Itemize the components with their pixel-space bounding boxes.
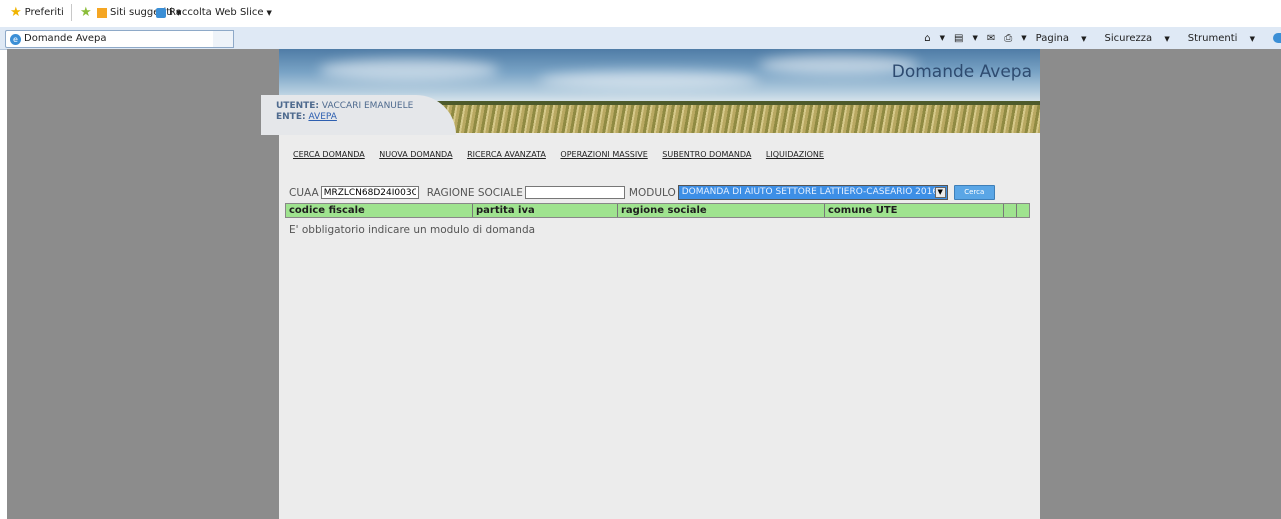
- ente-info: ENTE: AVEPA: [276, 112, 337, 122]
- nav-subentro-domanda[interactable]: SUBENTRO DOMANDA: [662, 150, 751, 159]
- modulo-label: MODULO: [628, 186, 676, 199]
- add-favorite-icon: ★: [80, 5, 92, 20]
- site-title: Domande Avepa: [891, 62, 1032, 82]
- nav-liquidazione[interactable]: LIQUIDAZIONE: [766, 150, 824, 159]
- ragione-sociale-input[interactable]: [524, 186, 625, 199]
- help-icon[interactable]: [1273, 33, 1281, 43]
- main-nav: CERCA DOMANDA NUOVA DOMANDA RICERCA AVAN…: [293, 150, 836, 159]
- content-area: Domande Avepa UTENTE: VACCARI EMANUELE E…: [261, 49, 1040, 519]
- star-icon: ★: [10, 5, 22, 20]
- mail-icon[interactable]: ✉: [987, 33, 995, 44]
- chevron-down-icon[interactable]: ▼: [1021, 34, 1026, 42]
- separator: [71, 4, 72, 21]
- user-info: UTENTE: VACCARI EMANUELE: [276, 101, 414, 111]
- tools-menu[interactable]: Strumenti ▼: [1188, 33, 1264, 44]
- nav-ricerca-avanzata[interactable]: RICERCA AVANZATA: [467, 150, 546, 159]
- new-tab-button[interactable]: [213, 30, 234, 48]
- favorites-bar: ★ Preferiti ★ Siti suggeriti ▼ Raccolta …: [0, 0, 1281, 27]
- cuaa-input[interactable]: [320, 186, 419, 199]
- chevron-down-icon[interactable]: ▼: [972, 34, 977, 42]
- column-extra-1: [1004, 204, 1017, 217]
- user-name: VACCARI EMANUELE: [321, 101, 414, 111]
- modulo-selected-value: DOMANDA DI AIUTO SETTORE LATTIERO-CASEAR…: [681, 187, 939, 197]
- results-table-header: codice fiscale partita iva ragione socia…: [285, 203, 1030, 218]
- bing-icon: [97, 8, 107, 18]
- page-menu[interactable]: Pagina ▼: [1036, 33, 1096, 44]
- chevron-down-icon: ▼: [266, 9, 272, 17]
- feeds-icon[interactable]: ▤: [954, 33, 963, 44]
- column-comune-ute[interactable]: comune UTE: [825, 204, 1004, 217]
- security-menu[interactable]: Sicurezza ▼: [1105, 33, 1179, 44]
- column-extra-2: [1017, 204, 1029, 217]
- nav-nuova-domanda[interactable]: NUOVA DOMANDA: [379, 150, 452, 159]
- cuaa-label: CUAA: [289, 186, 319, 199]
- cerca-button[interactable]: Cerca: [953, 185, 995, 200]
- webslice-button[interactable]: Raccolta Web Slice ▼: [156, 5, 272, 21]
- print-icon[interactable]: ⎙: [1004, 33, 1012, 44]
- column-codice-fiscale[interactable]: codice fiscale: [286, 204, 473, 217]
- validation-message: E' obbligatorio indicare un modulo di do…: [289, 224, 536, 236]
- home-icon[interactable]: ⌂: [924, 33, 930, 44]
- nav-cerca-domanda[interactable]: CERCA DOMANDA: [293, 150, 365, 159]
- column-ragione-sociale[interactable]: ragione sociale: [618, 204, 825, 217]
- chevron-down-icon[interactable]: ▼: [934, 187, 946, 198]
- modulo-select[interactable]: DOMANDA DI AIUTO SETTORE LATTIERO-CASEAR…: [677, 185, 948, 200]
- browser-tab[interactable]: e Domande Avepa: [5, 30, 215, 48]
- add-favorite-button[interactable]: ★: [80, 5, 95, 21]
- webslice-icon: [156, 8, 166, 18]
- favorites-button[interactable]: ★ Preferiti: [10, 5, 64, 21]
- ragione-sociale-label: RAGIONE SOCIALE: [426, 186, 523, 199]
- nav-operazioni-massive[interactable]: OPERAZIONI MASSIVE: [560, 150, 647, 159]
- page-viewport: Domande Avepa UTENTE: VACCARI EMANUELE E…: [7, 49, 1281, 519]
- ie-icon: e: [10, 34, 21, 45]
- ente-link[interactable]: AVEPA: [308, 112, 336, 122]
- chevron-down-icon[interactable]: ▼: [940, 34, 945, 42]
- search-form: CUAA RAGIONE SOCIALE MODULO DOMANDA DI A…: [289, 185, 995, 200]
- column-partita-iva[interactable]: partita iva: [473, 204, 618, 217]
- command-bar: ⌂ ▼ ▤ ▼ ✉ ⎙ ▼ Pagina ▼ Sicurezza ▼ Strum…: [924, 30, 1281, 46]
